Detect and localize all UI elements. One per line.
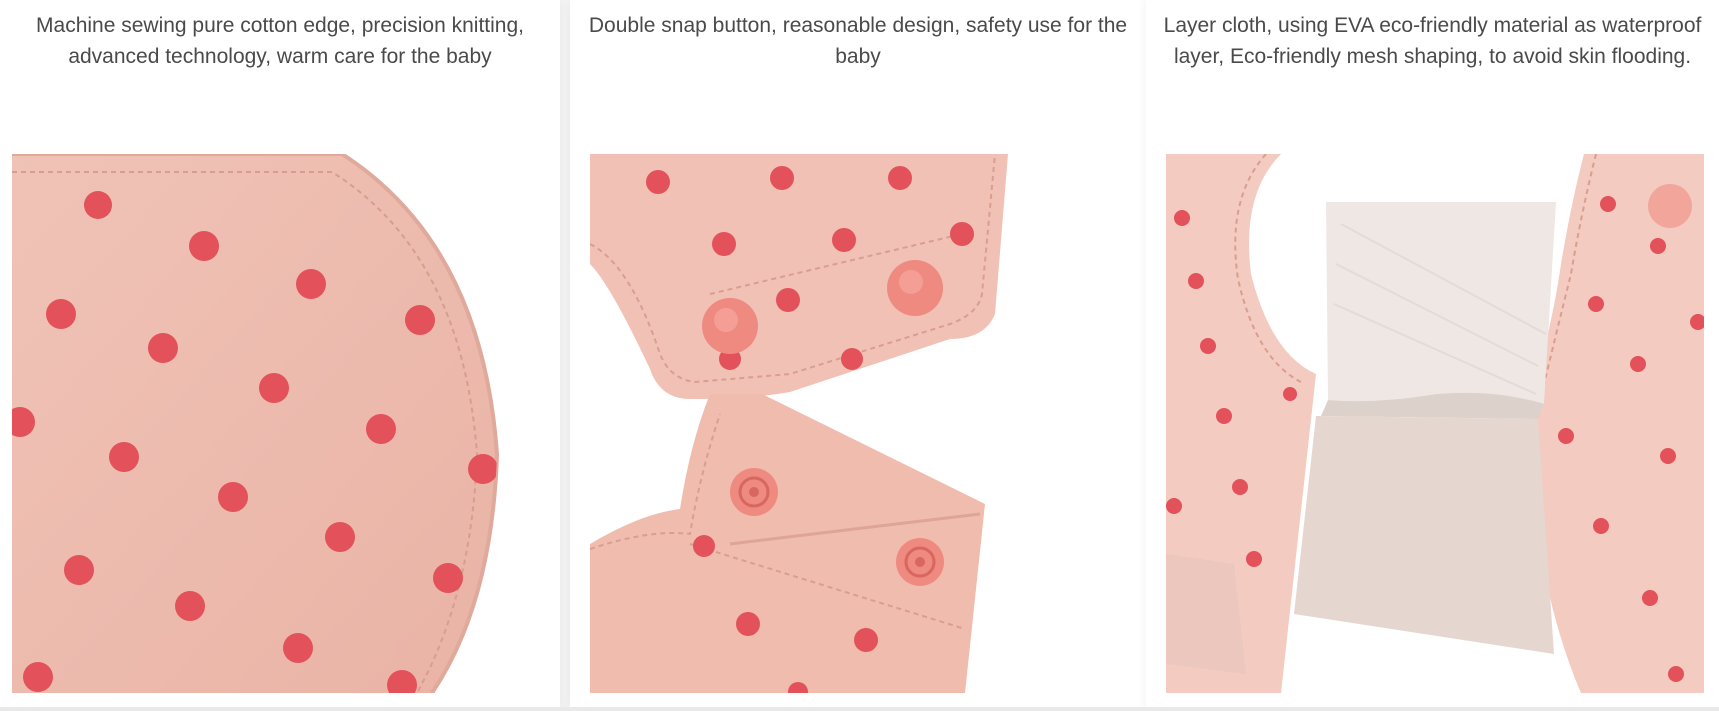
feature-caption: Layer cloth, using EVA eco-friendly mate… [1163,14,1702,68]
feature-card-waterproof-layer: Layer cloth, using EVA eco-friendly mate… [1146,0,1719,711]
snap-button-photo [589,153,1110,702]
feature-card-snap-button: Double snap button, reasonable design, s… [570,0,1146,711]
feature-card-cotton-edge: Machine sewing pure cotton edge, precisi… [0,0,560,711]
feature-gallery: Machine sewing pure cotton edge, precisi… [0,0,1719,711]
feature-image-snap-button [589,153,1110,702]
feature-caption: Double snap button, reasonable design, s… [588,14,1128,68]
cotton-edge-photo [12,152,550,695]
waterproof-layer-photo [1166,153,1706,693]
feature-image-waterproof-layer [1166,153,1706,693]
feature-image-cotton-edge [12,152,550,695]
page-divider [0,707,1719,711]
feature-caption: Machine sewing pure cotton edge, precisi… [36,14,524,68]
